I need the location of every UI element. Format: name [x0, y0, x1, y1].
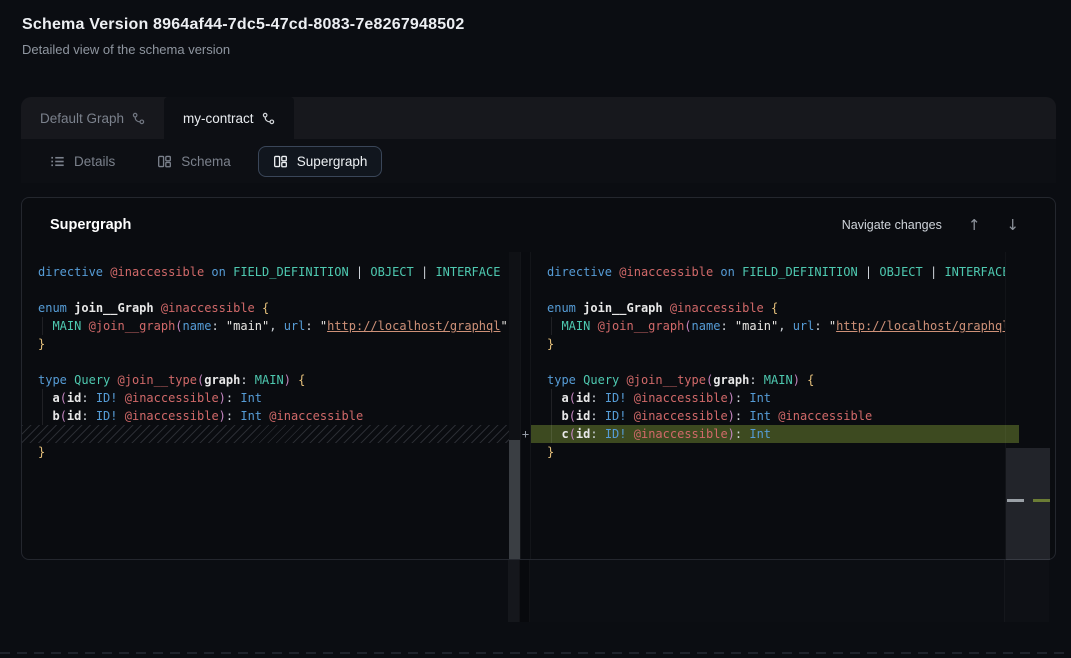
navigate-next-button[interactable]: ↓: [1006, 218, 1019, 233]
left-scrollbar-track[interactable]: [509, 252, 520, 559]
code-line: MAIN @join__graph(name: "main", url: "ht…: [22, 317, 509, 335]
code-line: [531, 281, 1005, 299]
editor-overflow-area: [21, 560, 1056, 624]
page-title: Schema Version 8964af44-7dc5-47cd-8083-7…: [22, 16, 465, 34]
fork-icon: [262, 112, 275, 125]
added-line-marker: +: [521, 425, 530, 443]
list-icon: [50, 154, 65, 169]
tab-supergraph[interactable]: Supergraph: [258, 146, 383, 177]
diff-added-line: c(id: ID! @inaccessible): Int: [531, 425, 1005, 443]
panels-icon: [273, 154, 288, 169]
code-line: }: [22, 443, 509, 461]
pane-column-shadow: [530, 560, 1004, 622]
code-line: MAIN @join__graph(name: "main", url: "ht…: [531, 317, 1005, 335]
code-line: }: [531, 335, 1005, 353]
navigate-changes: Navigate changes ↑ ↓: [842, 218, 1019, 233]
scrollbar-column-shadow: [508, 560, 519, 622]
code-line: b(id: ID! @inaccessible): Int @inaccessi…: [22, 407, 509, 425]
diff-editor: directive @inaccessible on FIELD_DEFINIT…: [22, 252, 1055, 559]
code-line: a(id: ID! @inaccessible): Int: [22, 389, 509, 407]
code-line: type Query @join__type(graph: MAIN) {: [22, 371, 509, 389]
arrow-down-icon: ↓: [1006, 216, 1019, 234]
gutter-column-shadow: [519, 560, 530, 622]
minimap-slider[interactable]: [1006, 448, 1050, 560]
tab-schema-label: Schema: [181, 154, 231, 169]
tab-schema[interactable]: Schema: [142, 146, 246, 177]
diff-pane-original[interactable]: directive @inaccessible on FIELD_DEFINIT…: [22, 252, 509, 559]
code-line: enum join__Graph @inaccessible {: [531, 299, 1005, 317]
supergraph-panel: Supergraph Navigate changes ↑ ↓ directiv…: [21, 197, 1056, 560]
diff-removed-placeholder: [22, 425, 509, 443]
page-header: Schema Version 8964af44-7dc5-47cd-8083-7…: [22, 16, 465, 57]
panels-icon: [157, 154, 172, 169]
graph-tabstrip: Default Graph my-contract: [21, 97, 1056, 139]
minimap-column-shadow: [1004, 560, 1049, 622]
page-subtitle: Detailed view of the schema version: [22, 42, 465, 57]
schema-version-card: Default Graph my-contract: [21, 97, 1056, 627]
tab-details[interactable]: Details: [35, 146, 130, 177]
fork-icon: [132, 112, 145, 125]
code-line: type Query @join__type(graph: MAIN) {: [531, 371, 1005, 389]
code-line: [22, 281, 509, 299]
supergraph-panel-header: Supergraph Navigate changes ↑ ↓: [22, 198, 1055, 252]
minimap-change-mark: [1007, 499, 1024, 502]
code-line: [22, 353, 509, 371]
left-scrollbar-thumb[interactable]: [509, 440, 520, 559]
tab-default-graph[interactable]: Default Graph: [21, 97, 164, 139]
bottom-dashed-divider: [0, 652, 1071, 654]
tab-supergraph-label: Supergraph: [297, 154, 368, 169]
code-line: directive @inaccessible on FIELD_DEFINIT…: [531, 263, 1005, 281]
code-line: enum join__Graph @inaccessible {: [22, 299, 509, 317]
minimap-added-mark: [1033, 499, 1050, 502]
tab-details-label: Details: [74, 154, 115, 169]
diff-pane-modified[interactable]: directive @inaccessible on FIELD_DEFINIT…: [531, 252, 1005, 559]
diff-gutter: +: [520, 252, 531, 559]
navigate-changes-label: Navigate changes: [842, 218, 942, 232]
tab-default-graph-label: Default Graph: [40, 111, 124, 126]
code-line: }: [22, 335, 509, 353]
code-line: }: [531, 443, 1005, 461]
navigate-previous-button[interactable]: ↑: [968, 218, 981, 233]
panel-title: Supergraph: [50, 217, 131, 233]
tab-my-contract-label: my-contract: [183, 111, 254, 126]
minimap[interactable]: [1005, 252, 1050, 559]
arrow-up-icon: ↑: [968, 216, 981, 234]
view-toolbar: Details Schema: [21, 139, 1056, 183]
code-line: b(id: ID! @inaccessible): Int @inaccessi…: [531, 407, 1005, 425]
tab-my-contract[interactable]: my-contract: [164, 97, 294, 139]
code-line: [531, 353, 1005, 371]
screen: Schema Version 8964af44-7dc5-47cd-8083-7…: [0, 0, 1071, 658]
code-line: directive @inaccessible on FIELD_DEFINIT…: [22, 263, 509, 281]
code-line: a(id: ID! @inaccessible): Int: [531, 389, 1005, 407]
